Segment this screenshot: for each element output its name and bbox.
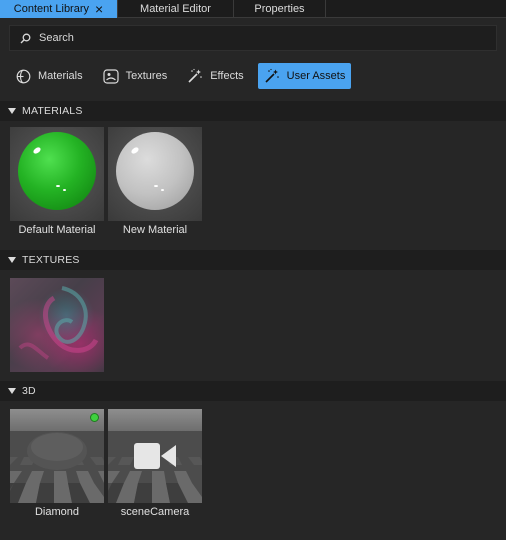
close-icon[interactable]: × — [95, 2, 103, 16]
asset-scene-camera[interactable]: sceneCamera — [108, 409, 202, 518]
category-user-assets[interactable]: User Assets — [257, 63, 352, 89]
collapse-arrow-icon[interactable] — [8, 257, 16, 263]
video-camera-icon — [134, 443, 176, 469]
tab-properties[interactable]: Properties — [234, 0, 326, 18]
tab-bar: Content Library × Material Editor Proper… — [0, 0, 506, 18]
asset-texture[interactable] — [10, 278, 104, 372]
specular-highlight — [63, 189, 66, 191]
category-materials-label: Materials — [38, 70, 83, 82]
material-thumbnail — [10, 127, 104, 221]
scene-sky — [108, 409, 202, 431]
asset-label: New Material — [122, 224, 188, 236]
section-header-3d[interactable]: 3D — [0, 381, 506, 401]
specular-highlight — [56, 185, 60, 187]
checkered-floor — [10, 431, 104, 503]
tab-material-editor[interactable]: Material Editor — [118, 0, 234, 18]
asset-default-material[interactable]: Default Material — [10, 127, 104, 236]
category-user-assets-label: User Assets — [286, 70, 346, 82]
section-header-materials[interactable]: MATERIALS — [0, 101, 506, 121]
search-bar — [9, 25, 497, 51]
section-title-materials: MATERIALS — [22, 105, 83, 117]
category-bar: Materials Textures Effects User Assets — [0, 58, 506, 94]
magic-wand-icon — [265, 68, 279, 83]
specular-highlight — [154, 185, 158, 187]
material-thumbnail — [108, 127, 202, 221]
asset-label: Diamond — [34, 506, 80, 518]
category-effects-label: Effects — [210, 70, 244, 82]
tab-bar-filler — [326, 0, 506, 17]
category-textures[interactable]: Textures — [97, 63, 174, 89]
tab-material-editor-label: Material Editor — [140, 3, 211, 15]
tab-content-library[interactable]: Content Library × — [0, 0, 118, 18]
status-dot — [90, 413, 99, 422]
collapse-arrow-icon[interactable] — [8, 388, 16, 394]
search-icon — [20, 33, 31, 43]
category-effects[interactable]: Effects — [181, 63, 249, 89]
collapse-arrow-icon[interactable] — [8, 108, 16, 114]
material-sphere — [18, 132, 96, 210]
sphere-icon — [16, 69, 31, 83]
texture-swirl — [18, 286, 99, 360]
asset-label: sceneCamera — [120, 506, 190, 518]
section-header-textures[interactable]: TEXTURES — [0, 250, 506, 270]
asset-label: Default Material — [18, 224, 96, 236]
search-input[interactable] — [39, 32, 439, 44]
tab-properties-label: Properties — [254, 3, 305, 15]
asset-diamond[interactable]: Diamond — [10, 409, 104, 518]
model-thumbnail — [108, 409, 202, 503]
image-icon — [103, 68, 119, 84]
section-title-textures: TEXTURES — [22, 254, 80, 266]
material-sphere — [116, 132, 194, 210]
category-materials[interactable]: Materials — [10, 63, 89, 89]
category-textures-label: Textures — [125, 70, 168, 82]
section-title-3d: 3D — [22, 385, 36, 397]
specular-highlight — [161, 189, 164, 191]
asset-new-material[interactable]: New Material — [108, 127, 202, 236]
magic-wand-icon — [188, 68, 203, 83]
model-thumbnail — [10, 409, 104, 503]
tab-content-library-label: Content Library — [13, 3, 90, 15]
texture-thumbnail — [10, 278, 104, 372]
